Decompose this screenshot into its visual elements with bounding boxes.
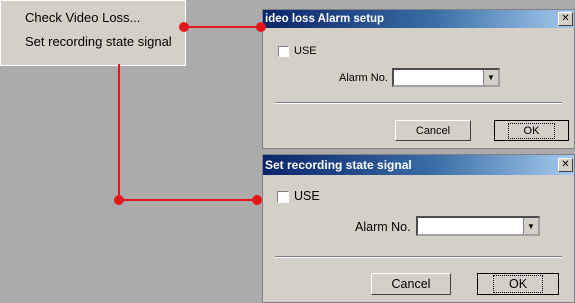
chevron-down-icon[interactable]: ▼	[523, 218, 538, 234]
dialog-titlebar[interactable]: ideo loss Alarm setup ✕	[263, 10, 574, 28]
use-label: USE	[294, 45, 317, 57]
ok-button[interactable]: OK	[494, 120, 569, 141]
alarm-no-select[interactable]: ▼	[392, 68, 500, 87]
use-checkbox-row[interactable]: USE	[277, 189, 320, 203]
use-checkbox-row[interactable]: USE	[278, 45, 317, 57]
connector-dot	[114, 195, 124, 205]
recording-state-signal-dialog: Set recording state signal ✕ USE Alarm N…	[262, 154, 575, 303]
close-icon[interactable]: ✕	[558, 12, 573, 26]
close-icon[interactable]: ✕	[558, 158, 573, 172]
use-checkbox[interactable]	[278, 45, 289, 57]
alarm-no-label: Alarm No.	[355, 220, 411, 234]
connector-line	[118, 64, 120, 201]
dialog-title: ideo loss Alarm setup	[265, 13, 385, 25]
alarm-no-select[interactable]: ▼	[416, 216, 540, 236]
menu-item-set-recording-state-signal[interactable]: Set recording state signal	[25, 34, 172, 49]
connector-line	[184, 26, 262, 28]
video-loss-alarm-dialog: ideo loss Alarm setup ✕ USE Alarm No. ▼ …	[262, 9, 575, 149]
connector-dot	[256, 22, 266, 32]
cancel-button[interactable]: Cancel	[395, 120, 471, 141]
alarm-no-label: Alarm No.	[339, 72, 388, 84]
connector-dot	[252, 195, 262, 205]
chevron-down-icon[interactable]: ▼	[483, 70, 498, 85]
context-menu: Check Video Loss... Set recording state …	[0, 0, 186, 66]
cancel-button[interactable]: Cancel	[371, 273, 451, 295]
dialog-titlebar[interactable]: Set recording state signal ✕	[263, 155, 574, 175]
divider	[275, 256, 562, 258]
connector-dot	[179, 22, 189, 32]
ok-button[interactable]: OK	[477, 273, 559, 295]
menu-item-check-video-loss[interactable]: Check Video Loss...	[25, 10, 140, 25]
use-checkbox[interactable]	[277, 190, 289, 203]
connector-line	[118, 199, 256, 201]
dialog-title: Set recording state signal	[265, 158, 412, 172]
divider	[275, 102, 562, 104]
use-label: USE	[294, 189, 320, 203]
